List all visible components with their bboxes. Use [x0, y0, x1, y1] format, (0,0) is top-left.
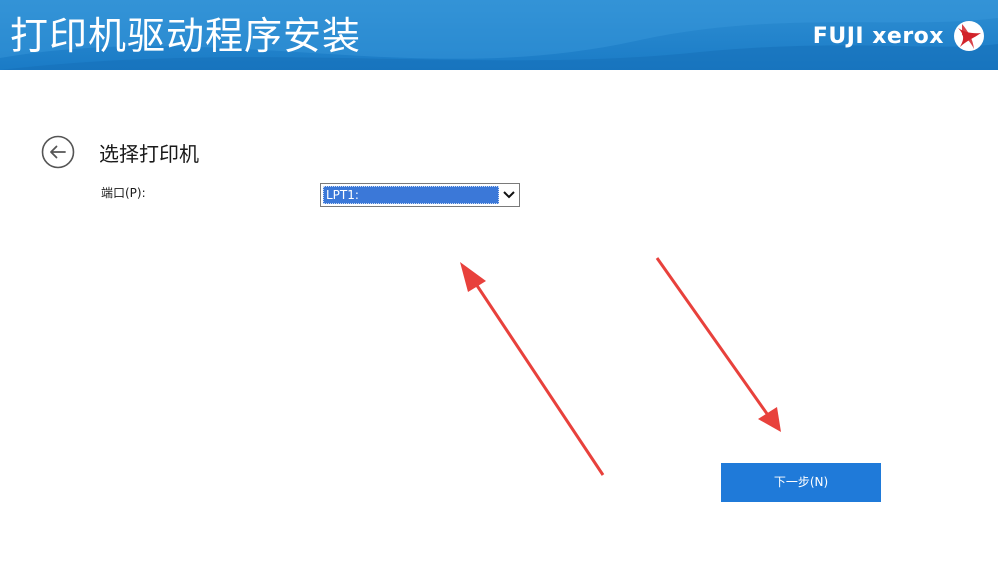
- brand-name: FUJI xerox: [812, 23, 944, 49]
- brand: FUJI xerox: [813, 16, 986, 56]
- app-title: 打印机驱动程序安装: [10, 14, 362, 58]
- fuji-xerox-logo-icon: [954, 21, 984, 51]
- installer-window: 打印机驱动程序安装 FUJI xerox 选择打印机 端口(P): LPT1: …: [0, 0, 998, 572]
- port-label: 端口(P):: [101, 186, 146, 200]
- port-select-value: LPT1:: [323, 186, 499, 204]
- header-banner: 打印机驱动程序安装 FUJI xerox: [0, 0, 998, 70]
- back-button[interactable]: [41, 135, 75, 169]
- port-select[interactable]: LPT1:: [320, 183, 520, 207]
- arrow-to-port-select-icon: [460, 262, 605, 476]
- next-button[interactable]: 下一步(N): [721, 463, 881, 502]
- arrow-to-next-button-icon: [655, 257, 781, 432]
- chevron-down-icon[interactable]: [501, 186, 517, 204]
- section-title: 选择打印机: [99, 142, 199, 166]
